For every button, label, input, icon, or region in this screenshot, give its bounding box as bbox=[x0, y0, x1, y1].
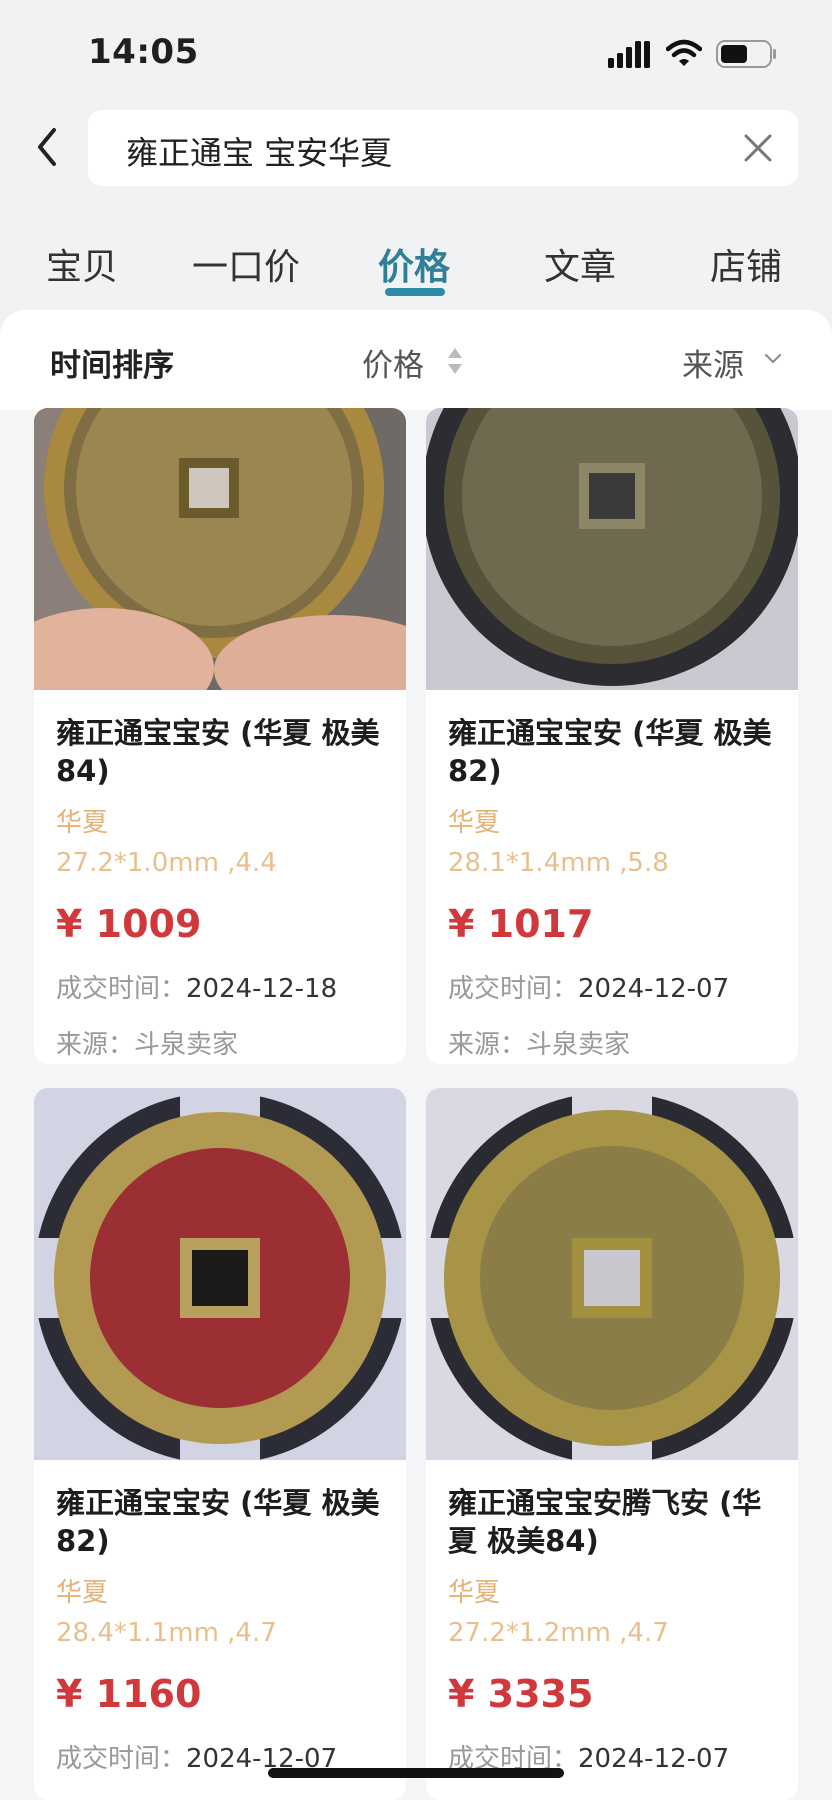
card-spec: 27.2*1.2mm ,4.7 bbox=[448, 1618, 669, 1648]
card-title: 雍正通宝宝安腾飞安 (华夏 极美84) bbox=[448, 1486, 762, 1558]
deal-date-value: 2024-12-18 bbox=[186, 974, 338, 1004]
card-price: ¥ 1160 bbox=[56, 1672, 202, 1716]
card-title: 雍正通宝宝安 (华夏 极美82) bbox=[56, 1486, 380, 1558]
deal-date-value: 2024-12-07 bbox=[578, 974, 730, 1004]
card-price: ¥ 1009 bbox=[56, 902, 202, 946]
card-spec: 27.2*1.0mm ,4.4 bbox=[56, 848, 277, 878]
product-card[interactable]: 雍正通宝宝安 (华夏 极美84) 华夏 27.2*1.0mm ,4.4 ¥ 10… bbox=[34, 408, 406, 1064]
home-indicator bbox=[268, 1768, 564, 1778]
deal-date-value: 2024-12-07 bbox=[578, 1744, 730, 1774]
sort-bar: 时间排序 价格 来源 bbox=[0, 310, 832, 410]
clear-icon[interactable] bbox=[738, 128, 778, 168]
card-brand: 华夏 bbox=[448, 808, 501, 838]
card-price: ¥ 1017 bbox=[448, 902, 594, 946]
card-title: 雍正通宝宝安 (华夏 极美82) bbox=[448, 716, 772, 788]
card-source: 来源：斗泉卖家 bbox=[448, 1030, 631, 1060]
tab-price[interactable]: 价格 bbox=[378, 238, 450, 290]
status-time: 14:05 bbox=[88, 32, 199, 72]
deal-date-label: 成交时间： bbox=[448, 974, 579, 1004]
card-deal-date: 成交时间：2024-12-18 bbox=[56, 968, 337, 1005]
tab-items[interactable]: 宝贝 bbox=[46, 238, 118, 290]
tab-shops[interactable]: 店铺 bbox=[710, 238, 782, 290]
deal-date-label: 成交时间： bbox=[56, 1744, 187, 1774]
card-title: 雍正通宝宝安 (华夏 极美84) bbox=[56, 716, 380, 788]
card-price: ¥ 3335 bbox=[448, 1672, 594, 1716]
chevron-down-icon[interactable] bbox=[764, 352, 782, 366]
product-card[interactable]: 雍正通宝宝安 (华夏 极美82) 华夏 28.4*1.1mm ,4.7 ¥ 11… bbox=[34, 1088, 406, 1800]
product-card[interactable]: 雍正通宝宝安 (华夏 极美82) 华夏 28.1*1.4mm ,5.8 ¥ 10… bbox=[426, 408, 798, 1064]
card-source: 来源：斗泉卖家 bbox=[56, 1030, 239, 1060]
sort-by-time-button[interactable]: 时间排序 bbox=[50, 340, 174, 385]
search-query[interactable]: 雍正通宝 宝安华夏 bbox=[126, 128, 392, 174]
coin-image[interactable] bbox=[34, 1088, 406, 1460]
source-filter-button[interactable]: 来源 bbox=[682, 340, 744, 385]
card-brand: 华夏 bbox=[448, 1578, 501, 1608]
battery-icon bbox=[716, 40, 776, 68]
sort-arrows-icon[interactable] bbox=[445, 346, 465, 376]
coin-image[interactable] bbox=[34, 408, 406, 690]
product-card[interactable]: 雍正通宝宝安腾飞安 (华夏 极美84) 华夏 27.2*1.2mm ,4.7 ¥… bbox=[426, 1088, 798, 1800]
sort-by-price-button[interactable]: 价格 bbox=[362, 340, 424, 385]
coin-image[interactable] bbox=[426, 1088, 798, 1460]
card-spec: 28.1*1.4mm ,5.8 bbox=[448, 848, 669, 878]
tab-fixed-price[interactable]: 一口价 bbox=[192, 238, 300, 290]
back-icon[interactable] bbox=[30, 122, 70, 172]
card-brand: 华夏 bbox=[56, 1578, 109, 1608]
cellular-signal-icon bbox=[608, 41, 650, 68]
card-brand: 华夏 bbox=[56, 808, 109, 838]
tab-articles[interactable]: 文章 bbox=[544, 238, 616, 290]
card-spec: 28.4*1.1mm ,4.7 bbox=[56, 1618, 277, 1648]
status-bar: 14:05 bbox=[0, 0, 832, 100]
coin-image[interactable] bbox=[426, 408, 798, 690]
card-deal-date: 成交时间：2024-12-07 bbox=[448, 968, 729, 1005]
wifi-icon bbox=[666, 39, 702, 66]
deal-date-label: 成交时间： bbox=[56, 974, 187, 1004]
active-tab-indicator bbox=[385, 288, 445, 296]
search-input[interactable]: 雍正通宝 宝安华夏 bbox=[88, 110, 798, 186]
tab-bar: 宝贝 一口价 价格 文章 店铺 bbox=[0, 232, 832, 302]
